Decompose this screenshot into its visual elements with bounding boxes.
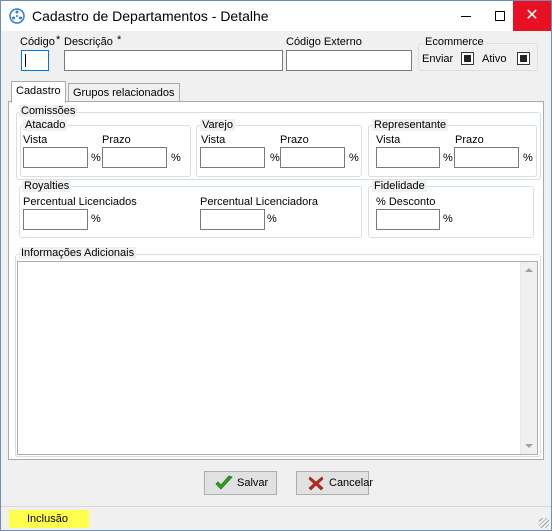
licenciadora-input[interactable]	[200, 209, 265, 230]
varejo-vista-label: Vista	[201, 134, 226, 146]
checked-indicator	[520, 55, 527, 62]
scroll-up-arrow-icon[interactable]	[525, 268, 533, 272]
varejo-prazo-percent: %	[349, 152, 359, 164]
representante-prazo-percent: %	[523, 152, 533, 164]
licenciadora-label: Percentual Licenciadora	[200, 196, 319, 208]
atacado-group-title: Atacado	[23, 119, 68, 131]
licenciados-input[interactable]	[23, 209, 88, 230]
codigo-required-marker: *	[56, 34, 61, 46]
close-button[interactable]: ✕	[513, 1, 551, 31]
app-icon	[9, 8, 25, 24]
enviar-label: Enviar	[422, 53, 454, 65]
minimize-button[interactable]	[449, 1, 483, 31]
checked-indicator	[464, 55, 471, 62]
close-icon: ✕	[525, 7, 539, 24]
varejo-vista-percent: %	[270, 152, 280, 164]
informacoes-scrollbar[interactable]	[520, 262, 537, 454]
fidelidade-group-title: Fidelidade	[372, 180, 427, 192]
cancel-button[interactable]: Cancelar	[296, 471, 373, 495]
save-button[interactable]: Salvar	[204, 471, 277, 495]
royalties-group-title: Royalties	[22, 180, 72, 192]
text-caret	[25, 54, 26, 67]
atacado-prazo-percent: %	[171, 152, 181, 164]
licenciados-percent: %	[91, 213, 101, 225]
varejo-group-title: Varejo	[200, 119, 235, 131]
detail-window: Cadastro de Departamentos - Detalhe ✕ Có…	[0, 0, 552, 531]
descricao-label: Descrição	[64, 36, 113, 48]
informacoes-textarea[interactable]	[17, 261, 538, 455]
title-bar: Cadastro de Departamentos - Detalhe ✕	[1, 1, 551, 31]
desconto-label: % Desconto	[376, 196, 436, 208]
codigo-label: Código	[20, 36, 55, 48]
scroll-down-arrow-icon[interactable]	[525, 444, 533, 448]
varejo-prazo-label: Prazo	[280, 134, 309, 146]
codigo-externo-label: Código Externo	[286, 36, 362, 48]
atacado-prazo-input[interactable]	[102, 147, 167, 168]
codigo-externo-input[interactable]	[286, 50, 412, 71]
representante-vista-percent: %	[443, 152, 453, 164]
varejo-vista-input[interactable]	[200, 147, 265, 168]
ativo-checkbox[interactable]	[517, 52, 530, 65]
desconto-percent: %	[443, 213, 453, 225]
comissoes-group-title: Comissões	[19, 105, 78, 117]
atacado-prazo-label: Prazo	[102, 134, 131, 146]
licenciados-label: Percentual Licenciados	[23, 196, 137, 208]
status-bar: Inclusão	[1, 506, 551, 530]
maximize-button[interactable]	[483, 1, 517, 31]
representante-vista-input[interactable]	[376, 147, 440, 168]
tab-grupos-relacionados[interactable]: Grupos relacionados	[68, 83, 180, 103]
atacado-vista-input[interactable]	[23, 147, 88, 168]
status-mode-panel: Inclusão	[9, 510, 89, 528]
ecommerce-group-title: Ecommerce	[423, 36, 486, 48]
maximize-icon	[495, 11, 505, 21]
representante-prazo-label: Prazo	[455, 134, 484, 146]
status-mode-text: Inclusão	[27, 513, 68, 525]
descricao-input[interactable]	[64, 50, 283, 71]
informacoes-group-title: Informações Adicionais	[19, 247, 137, 259]
checkmark-icon	[215, 475, 233, 490]
minimize-icon	[461, 16, 471, 17]
representante-vista-label: Vista	[376, 134, 401, 146]
atacado-vista-label: Vista	[23, 134, 48, 146]
cancel-button-label: Cancelar	[329, 477, 374, 489]
representante-prazo-input[interactable]	[454, 147, 519, 168]
desconto-input[interactable]	[376, 209, 440, 230]
tab-cadastro[interactable]: Cadastro	[11, 81, 66, 103]
varejo-prazo-input[interactable]	[280, 147, 345, 168]
licenciadora-percent: %	[267, 213, 277, 225]
descricao-required-marker: *	[117, 34, 122, 46]
x-icon	[308, 476, 324, 491]
save-button-label: Salvar	[237, 477, 269, 489]
atacado-vista-percent: %	[91, 152, 101, 164]
window-title: Cadastro de Departamentos - Detalhe	[32, 8, 269, 24]
enviar-checkbox[interactable]	[461, 52, 474, 65]
ativo-label: Ativo	[482, 53, 507, 65]
resize-grip-icon[interactable]	[539, 518, 549, 528]
representante-group-title: Representante	[372, 119, 449, 131]
